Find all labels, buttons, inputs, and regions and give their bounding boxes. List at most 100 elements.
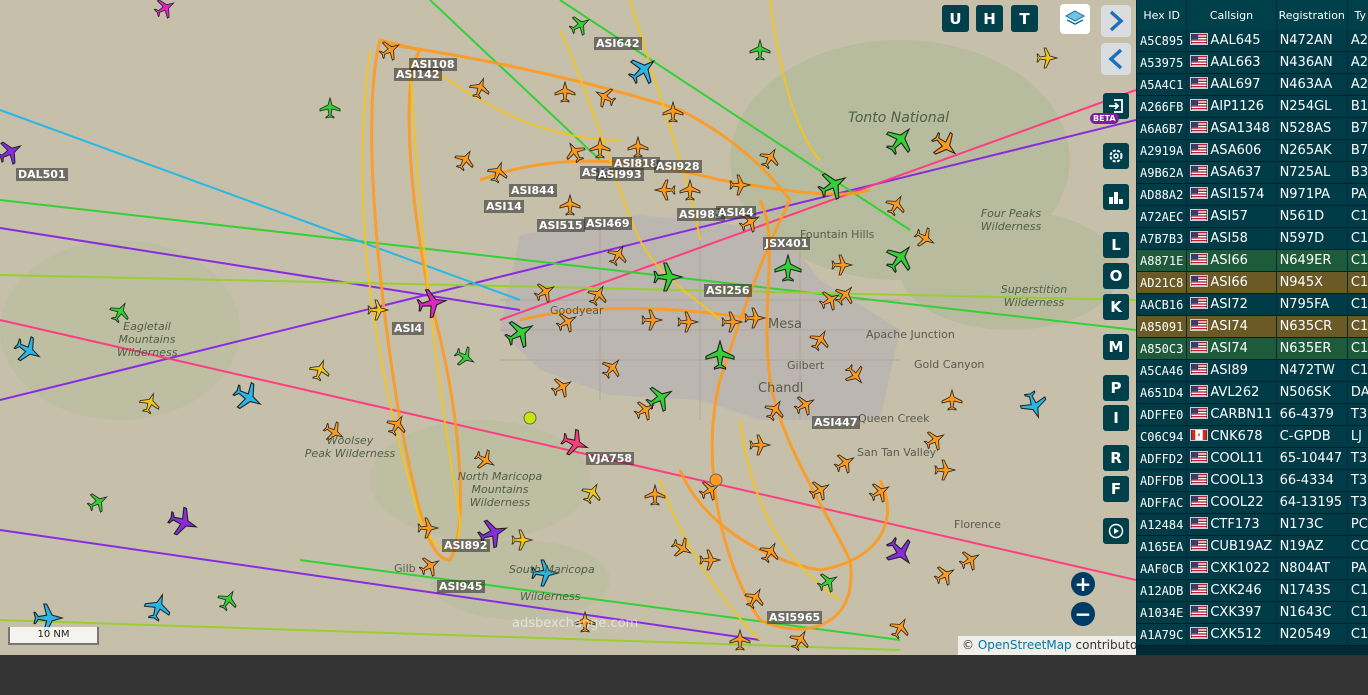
callsign-label[interactable]: ASI642	[594, 37, 642, 50]
us-flag-icon	[1190, 363, 1209, 375]
layers-button[interactable]	[1060, 4, 1090, 34]
callsign-cell: CXK512	[1187, 624, 1276, 646]
table-row[interactable]: A8871E ASI66 N649ER C1	[1137, 250, 1368, 272]
table-row[interactable]: A2919A ASA606 N265AK B7	[1137, 140, 1368, 162]
persist-button[interactable]: P	[1103, 375, 1129, 401]
type-cell: C1	[1347, 360, 1368, 382]
registration-cell: N1743S	[1276, 580, 1347, 602]
aircraft-icon	[0, 135, 27, 169]
hex-id-cell: AAF0CB	[1137, 558, 1187, 580]
table-row[interactable]: A5CA46 ASI89 N472TW C1	[1137, 360, 1368, 382]
table-row[interactable]: A1034E CXK397 N1643C C1	[1137, 602, 1368, 624]
callsign-cell: CXK1022	[1187, 558, 1276, 580]
hex-id-cell: A53975	[1137, 52, 1187, 74]
table-row[interactable]: A266FB AIP1126 N254GL B1	[1137, 96, 1368, 118]
table-row[interactable]: A6A6B7 ASA1348 N528AS B7	[1137, 118, 1368, 140]
callsign-label[interactable]: ASI892	[442, 539, 490, 552]
callsign-label[interactable]: ASI4	[392, 322, 425, 335]
callsign-text: ASI57	[1210, 209, 1248, 224]
chevron-left-icon	[1108, 48, 1123, 70]
callsign-text: AIP1126	[1210, 99, 1265, 114]
prev-button[interactable]	[1101, 43, 1131, 75]
table-row[interactable]: ADFFDB COOL13 66-4334 T3	[1137, 470, 1368, 492]
table-row[interactable]: A5A4C1 AAL697 N463AA A2	[1137, 74, 1368, 96]
callsign-label[interactable]: ASI515	[537, 219, 585, 232]
table-row[interactable]: A85091 ASI74 N635CR C1	[1137, 316, 1368, 338]
callsign-label[interactable]: ASI5965	[767, 611, 823, 624]
next-button[interactable]	[1101, 5, 1131, 37]
callsign-text: ASA606	[1210, 143, 1262, 158]
table-row[interactable]: A53975 AAL663 N436AN A2	[1137, 52, 1368, 74]
hide-button[interactable]: H	[976, 5, 1003, 32]
kml-button[interactable]: K	[1103, 294, 1129, 320]
table-row[interactable]: A7B7B3 ASI58 N597D C1	[1137, 228, 1368, 250]
replay-button[interactable]	[1103, 518, 1129, 544]
table-row[interactable]: A850C3 ASI74 N635ER C1	[1137, 338, 1368, 360]
multiselect-button[interactable]: M	[1103, 334, 1129, 360]
table-row[interactable]: ADFFE0 CARBN11 66-4379 T3	[1137, 404, 1368, 426]
table-row[interactable]: A72AEC ASI57 N561D C1	[1137, 206, 1368, 228]
callsign-label[interactable]: ASI14	[484, 200, 524, 213]
column-header-hex[interactable]: Hex ID	[1137, 0, 1187, 30]
callsign-label[interactable]: ASI993	[596, 168, 644, 181]
callsign-label[interactable]: JSX401	[763, 237, 811, 250]
callsign-text: ASI58	[1210, 231, 1248, 246]
callsign-label[interactable]: ASI469	[584, 217, 632, 230]
callsign-text: ASI74	[1210, 319, 1248, 334]
table-row[interactable]: A12484 CTF173 N173C PC	[1137, 514, 1368, 536]
callsign-label[interactable]: ASI928	[654, 160, 702, 173]
aircraft-icon	[9, 331, 47, 369]
filter-button[interactable]: F	[1103, 476, 1129, 502]
osm-link[interactable]: OpenStreetMap	[978, 638, 1072, 652]
registration-cell: N506SK	[1276, 382, 1347, 404]
table-row[interactable]: AACB16 ASI72 N795FA C1	[1137, 294, 1368, 316]
table-row[interactable]: ADFFD2 COOL11 65-10447 T3	[1137, 448, 1368, 470]
callsign-label[interactable]: ASI447	[812, 416, 860, 429]
column-header-registration[interactable]: Registration	[1276, 0, 1347, 30]
column-header-callsign[interactable]: Callsign	[1187, 0, 1276, 30]
table-row[interactable]: AAF0CB CXK1022 N804AT PA	[1137, 558, 1368, 580]
callsign-label[interactable]: ASI844	[509, 184, 557, 197]
callsign-text: COOL11	[1210, 451, 1264, 466]
table-row[interactable]: A1A79C CXK512 N20549 C1	[1137, 624, 1368, 646]
column-header-type[interactable]: Ty	[1347, 0, 1368, 30]
table-row[interactable]: A5C895 AAL645 N472AN A2	[1137, 30, 1368, 52]
layers-icon	[1064, 10, 1086, 25]
table-row[interactable]: A651D4 AVL262 N506SK DA	[1137, 382, 1368, 404]
table-row[interactable]: ADFFAC COOL22 64-13195 T3	[1137, 492, 1368, 514]
us-flag-icon	[1190, 561, 1209, 573]
callsign-label[interactable]: ASI256	[704, 284, 752, 297]
callsign-label[interactable]: ASI142	[394, 68, 442, 81]
type-cell: B7	[1347, 118, 1368, 140]
table-row[interactable]: A9B62A ASA637 N725AL B3	[1137, 162, 1368, 184]
callsign-label[interactable]: DAL501	[16, 168, 68, 181]
labels-button[interactable]: L	[1103, 232, 1129, 258]
table-row[interactable]: AD21C8 ASI66 N945X C1	[1137, 272, 1368, 294]
range-button[interactable]: R	[1103, 445, 1129, 471]
isolate-button[interactable]: I	[1103, 405, 1129, 431]
zoom-in-button[interactable]: +	[1071, 572, 1095, 596]
type-cell: T3	[1347, 448, 1368, 470]
table-row[interactable]: A12ADB CXK246 N1743S C1	[1137, 580, 1368, 602]
aircraft-table[interactable]: Hex ID Callsign Registration Ty A5C895 AA…	[1136, 0, 1368, 655]
callsign-text: COOL22	[1210, 495, 1264, 510]
table-row[interactable]: C06C94 CNK678 C-GPDB LJ	[1137, 426, 1368, 448]
stats-button[interactable]	[1103, 184, 1129, 210]
callsign-label[interactable]: ASI945	[437, 580, 485, 593]
trails-button[interactable]: T	[1011, 5, 1038, 32]
aircraft-icon	[319, 97, 341, 119]
registration-cell: N795FA	[1276, 294, 1347, 316]
table-row[interactable]: AD88A2 ASI1574 N971PA PA	[1137, 184, 1368, 206]
us-flag-icon	[1190, 451, 1209, 463]
offset-button[interactable]: O	[1103, 263, 1129, 289]
callsign-label[interactable]: VJA758	[586, 452, 635, 465]
map-view[interactable]: Tonto National Four Peaks Wilderness Fou…	[0, 0, 1136, 655]
table-row[interactable]: A165EA CUB19AZ N19AZ CC	[1137, 536, 1368, 558]
callsign-label[interactable]: ASI44	[716, 206, 756, 219]
aircraft-icon	[926, 126, 964, 164]
units-button[interactable]: U	[942, 5, 969, 32]
aircraft-icon	[83, 487, 113, 517]
settings-button[interactable]	[1103, 143, 1129, 169]
zoom-out-button[interactable]: −	[1071, 602, 1095, 626]
callsign-cell: ASI66	[1187, 272, 1276, 294]
